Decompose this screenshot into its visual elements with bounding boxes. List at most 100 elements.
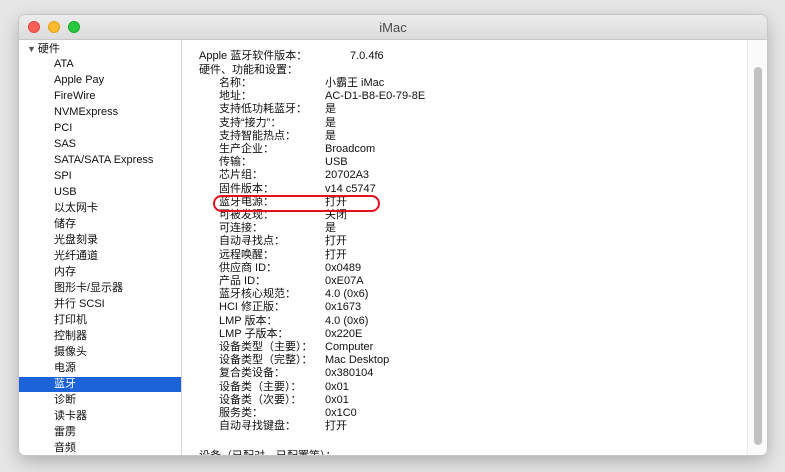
property-row: LMP 子版本： 0x220E (219, 328, 742, 341)
detail-label: 支持低功耗蓝牙： (219, 103, 307, 116)
title-bar: iMac (19, 15, 767, 40)
sidebar-item[interactable]: PCI (19, 121, 181, 136)
property-row: 生产企业： Broadcom (219, 143, 742, 156)
detail-label: 支持智能热点： (219, 129, 296, 142)
detail-value: Mac Desktop (325, 354, 390, 367)
sidebar-item[interactable]: 摄像头 (19, 345, 181, 360)
sidebar-item[interactable]: 并行 SCSI (19, 297, 181, 312)
window-title: iMac (379, 20, 407, 35)
sidebar-item[interactable]: NVMExpress (19, 105, 181, 120)
sidebar-item[interactable]: ATA (19, 57, 181, 72)
sidebar-item[interactable]: 读卡器 (19, 409, 181, 424)
detail-label: 可连接： (219, 222, 263, 235)
sidebar-item[interactable]: Apple Pay (19, 73, 181, 88)
property-row: 芯片组： 20702A3 (219, 169, 742, 182)
detail-value: 是 (325, 103, 336, 116)
detail-value: 0x01 (325, 393, 349, 406)
detail-label: 服务类： (219, 407, 263, 419)
detail-value: 20702A3 (325, 169, 370, 182)
property-row: 名称： 小霸王 iMac (219, 77, 742, 90)
detail-pane: Apple 蓝牙软件版本： 7.0.4f6 硬件、功能和设置： 名称： 小霸王 iMac… (182, 40, 767, 455)
detail-label: 芯片组： (219, 169, 263, 182)
detail-label: LMP 版本： (219, 314, 278, 327)
sidebar-item[interactable]: 音频 (19, 441, 181, 455)
detail-label: 远程唤醒： (219, 248, 274, 261)
detail-value: 0xE07A (325, 275, 364, 287)
property-row: 支持“接力”： 是 (219, 117, 742, 130)
hardware-features-heading: 硬件、功能和设置： (199, 64, 742, 77)
detail-label: 设备类型（完整）： (219, 354, 313, 367)
sidebar-item[interactable]: 内存 (19, 265, 181, 280)
detail-label: 支持“接力”： (219, 116, 282, 129)
property-row: 固件版本： v14 c5747 (219, 183, 742, 196)
sidebar-group-hardware[interactable]: ▼ 硬件 (27, 42, 60, 56)
property-row: 产品 ID： 0xE07A (219, 275, 742, 288)
detail-label: 设备类型（主要）： (219, 341, 313, 353)
sidebar-item[interactable]: 诊断 (19, 393, 181, 408)
detail-value: 小霸王 iMac (325, 77, 385, 89)
detail-value: 7.0.4f6 (350, 50, 384, 62)
detail-label: 生产企业： (219, 143, 274, 155)
scrollbar-thumb[interactable] (754, 67, 762, 445)
sidebar-item[interactable]: SAS (19, 137, 181, 152)
detail-value: 0x380104 (325, 367, 374, 380)
sidebar-item[interactable]: 以太网卡 (19, 201, 181, 216)
property-row: 设备类型（完整）： Mac Desktop (219, 354, 742, 367)
vertical-scrollbar[interactable] (747, 40, 767, 455)
sidebar-item[interactable]: 图形卡/显示器 (19, 281, 181, 296)
sidebar-item[interactable]: 打印机 (19, 313, 181, 328)
property-row: 复合类设备： 0x380104 (219, 367, 742, 380)
detail-value: Broadcom (325, 143, 376, 155)
property-row: LMP 版本： 4.0 (0x6) (219, 315, 742, 328)
detail-value: v14 c5747 (325, 182, 376, 195)
detail-label: 复合类设备： (219, 367, 285, 380)
detail-value: 是 (325, 116, 336, 129)
detail-label: HCI 修正版： (219, 301, 285, 314)
sidebar-item[interactable]: 蓝牙 (19, 377, 181, 392)
detail-value: 0x01 (325, 380, 349, 393)
sidebar-item[interactable]: 储存 (19, 217, 181, 232)
property-row: 自动寻找键盘： 打开 (219, 420, 742, 433)
detail-label: 传输： (219, 156, 252, 169)
detail-value: 是 (325, 129, 336, 142)
sidebar-group-label: 硬件 (37, 43, 60, 55)
sidebar-item[interactable]: SPI (19, 169, 181, 184)
sidebar-item[interactable]: 控制器 (19, 329, 181, 344)
detail-value: 0x220E (325, 327, 363, 340)
detail-value: USB (325, 156, 348, 169)
disclosure-triangle-icon[interactable]: ▼ (27, 44, 36, 54)
property-row: 远程唤醒： 打开 (219, 249, 742, 262)
property-row: 设备类型（主要）： Computer (219, 341, 742, 354)
detail-label: 供应商 ID： (219, 261, 278, 274)
sidebar-item[interactable]: 电源 (19, 361, 181, 376)
detail-value: 打开 (325, 420, 347, 433)
property-row: 供应商 ID： 0x0489 (219, 262, 742, 275)
firmware-highlight-annotation (213, 195, 380, 212)
property-row: 服务类： 0x1C0 (219, 407, 742, 420)
detail-value: 0x0489 (325, 261, 362, 274)
detail-label: Apple 蓝牙软件版本： (199, 50, 308, 62)
sidebar-item[interactable]: 雷雳 (19, 425, 181, 440)
detail-value: 4.0 (0x6) (325, 288, 369, 301)
detail-value: 0x1673 (325, 301, 362, 314)
detail-label: 设备类（次要）： (219, 393, 302, 406)
sidebar-item[interactable]: 光盘刻录 (19, 233, 181, 248)
property-row: 支持智能热点： 是 (219, 130, 742, 143)
property-row: 设备类（次要）： 0x01 (219, 394, 742, 407)
sidebar-item[interactable]: 光纤通道 (19, 249, 181, 264)
detail-label: 自动寻找键盘： (219, 420, 296, 433)
detail-label: 自动寻找点： (219, 235, 285, 248)
detail-value: AC-D1-B8-E0-79-8E (325, 90, 426, 103)
sidebar-item[interactable]: SATA/SATA Express (19, 153, 181, 168)
property-row: 地址： AC-D1-B8-E0-79-8E (219, 90, 742, 103)
detail-value: 打开 (325, 235, 347, 248)
sidebar-item[interactable]: USB (19, 185, 181, 200)
property-row: HCI 修正版： 0x1673 (219, 301, 742, 314)
detail-label: 地址： (219, 90, 252, 103)
detail-label: 设备类（主要）： (219, 380, 302, 393)
detail-value: 是 (325, 222, 336, 235)
system-information-window: iMac ▼ 硬件 ATA Apple Pay FireWire NVMExpress P… (19, 15, 767, 455)
detail-value: 打开 (325, 248, 347, 261)
property-row: 自动寻找点： 打开 (219, 235, 742, 248)
sidebar-item[interactable]: FireWire (19, 89, 181, 104)
